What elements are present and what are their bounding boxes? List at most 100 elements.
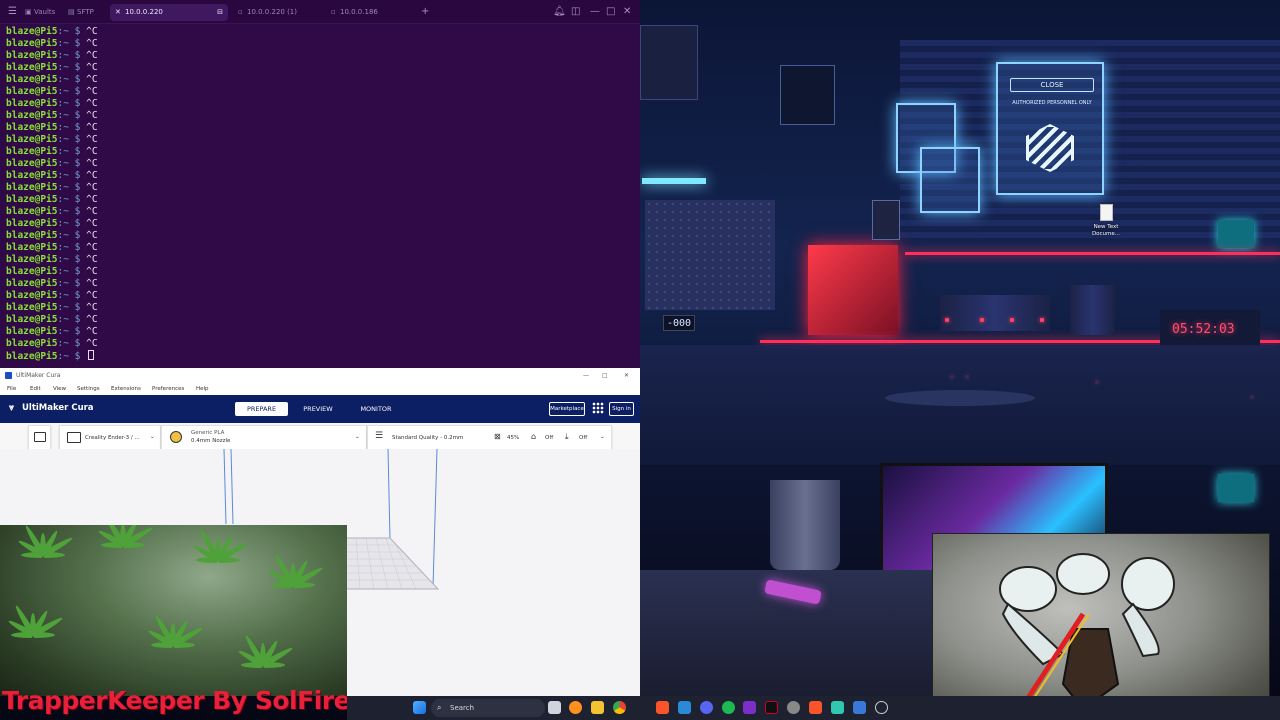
interrupt-output: ^C: [86, 170, 98, 181]
network-app-icon[interactable]: [569, 701, 582, 714]
maximize-icon[interactable]: □: [602, 368, 608, 383]
windows-start-icon[interactable]: [413, 701, 426, 714]
interrupt-output: ^C: [86, 158, 98, 169]
terminal-line: blaze@Pi5:~ $ ^C: [6, 74, 98, 86]
prompt-path: :~ $: [57, 50, 87, 61]
tab-10-0-0-186[interactable]: ▫ 10.0.0.186: [330, 4, 412, 21]
prompt-path: :~ $: [57, 86, 87, 97]
minimize-icon[interactable]: —: [583, 368, 589, 383]
prompt-user: blaze@Pi5: [6, 278, 58, 289]
sidebar-toggle-icon[interactable]: ◫: [571, 6, 580, 18]
prompt-path: :~ $: [57, 206, 87, 217]
small-device: [872, 200, 900, 240]
wall-board: [640, 25, 698, 100]
cura-logo: UltiMaker Cura: [22, 403, 94, 413]
chrome-icon[interactable]: [613, 701, 626, 714]
adhesion-value: Off: [579, 435, 588, 441]
terminal-line: blaze@Pi5:~ $ ^C: [6, 62, 98, 74]
plant-leaf: [43, 552, 65, 558]
cura-titlebar: UltiMaker Cura — □ ✕: [0, 368, 640, 383]
cura-toolbar: Creality Ender-3 / ... ⌄ Generic PLA 0.4…: [0, 423, 640, 450]
cura-header: ⩔ UltiMaker Cura PREPARE PREVIEW MONITOR…: [0, 395, 640, 423]
material-selector[interactable]: Generic PLA 0.4mm Nozzle ⌄: [161, 425, 367, 450]
interrupt-output: ^C: [86, 74, 98, 85]
marketplace-button[interactable]: Marketplace: [549, 402, 585, 416]
close-window-icon[interactable]: ✕: [623, 6, 631, 18]
cura-app-icon[interactable]: [853, 701, 866, 714]
prompt-path: :~ $: [57, 302, 87, 313]
file-explorer-icon[interactable]: [591, 701, 604, 714]
menu-preferences[interactable]: Preferences: [152, 383, 184, 395]
prompt-user: blaze@Pi5: [6, 146, 58, 157]
interrupt-output: ^C: [86, 146, 98, 157]
app-icon[interactable]: [875, 701, 888, 714]
prompt-path: :~ $: [57, 218, 87, 229]
interrupt-output: ^C: [86, 38, 98, 49]
menu-edit[interactable]: Edit: [30, 383, 41, 395]
tab-10-0-0-220[interactable]: ✕ 10.0.0.220 ⊟: [110, 4, 228, 21]
desktop-icon-text-document[interactable]: New Text Docume...: [1088, 204, 1124, 238]
clock-display: 05:52:03: [1172, 322, 1235, 337]
terminal-line: blaze@Pi5:~ $ ^C: [6, 194, 98, 206]
interrupt-output: ^C: [86, 266, 98, 277]
interrupt-output: ^C: [86, 98, 98, 109]
spotify-icon[interactable]: [722, 701, 735, 714]
tab-preview[interactable]: PREVIEW: [296, 402, 340, 416]
maximize-icon[interactable]: □: [606, 6, 615, 18]
tab-label: SFTP: [77, 8, 94, 16]
open-file-button[interactable]: [28, 425, 51, 450]
tab-prepare[interactable]: PREPARE: [235, 402, 288, 416]
prompt-user: blaze@Pi5: [6, 38, 58, 49]
text-file-icon: [1099, 204, 1113, 221]
menu-view[interactable]: View: [53, 383, 66, 395]
brave-icon[interactable]: [656, 701, 669, 714]
plant-leaf: [293, 582, 315, 588]
close-icon[interactable]: ✕: [115, 4, 121, 21]
printer-selector[interactable]: Creality Ender-3 / ... ⌄: [59, 425, 161, 450]
spool-icon: [170, 431, 182, 443]
menu-settings[interactable]: Settings: [77, 383, 100, 395]
terminal-window[interactable]: ☰ ▣ Vaults ▤ SFTP ✕ 10.0.0.220 ⊟ ▫ 10.0.…: [0, 0, 640, 368]
interrupt-output: ^C: [86, 62, 98, 73]
printer-icon: [67, 432, 81, 443]
close-window-icon[interactable]: ✕: [624, 368, 629, 383]
prompt-user: blaze@Pi5: [6, 50, 58, 61]
new-tab-button[interactable]: +: [421, 6, 429, 18]
tab-vaults[interactable]: ▣ Vaults: [24, 4, 62, 21]
terminal-icon: ▫: [238, 8, 243, 16]
print-settings-selector[interactable]: ☰ Standard Quality - 0.2mm ⊠ 45% ⌂ Off ⤓…: [367, 425, 612, 450]
menu-extensions[interactable]: Extensions: [111, 383, 141, 395]
taskbar-search[interactable]: ⌕ Search: [431, 699, 545, 717]
settings-gear-icon[interactable]: [787, 701, 800, 714]
windows-taskbar: ⌕ Search: [347, 696, 1280, 720]
prompt-path: :~ $: [57, 182, 87, 193]
menu-file[interactable]: File: [7, 383, 16, 395]
hamburger-menu-icon[interactable]: ☰: [8, 6, 17, 18]
obs-icon[interactable]: [765, 701, 778, 714]
discord-icon[interactable]: [700, 701, 713, 714]
tab-monitor[interactable]: MONITOR: [354, 402, 398, 416]
prompt-user: blaze@Pi5: [6, 170, 58, 181]
brave-icon[interactable]: [809, 701, 822, 714]
interrupt-output: ^C: [86, 326, 98, 337]
terminal-line: blaze@Pi5:~ $ ^C: [6, 110, 98, 122]
sign-in-button[interactable]: Sign in: [609, 402, 634, 416]
terminal-output[interactable]: blaze@Pi5:~ $ ^C blaze@Pi5:~ $ ^C blaze@Pi…: [6, 26, 98, 362]
infill-icon: ⊠: [494, 432, 501, 441]
tab-sftp[interactable]: ▤ SFTP: [67, 4, 101, 21]
menu-help[interactable]: Help: [196, 383, 209, 395]
bell-icon[interactable]: 🔔︎: [553, 6, 566, 18]
anime-scene: [999, 553, 1175, 719]
prompt-path: :~ $: [57, 338, 87, 349]
terminal-app-icon[interactable]: [831, 701, 844, 714]
vault-icon: ▣: [25, 8, 32, 16]
steam-icon[interactable]: [678, 701, 691, 714]
terminal-line: blaze@Pi5:~ $ ^C: [6, 86, 98, 98]
tab-10-0-0-220-1[interactable]: ▫ 10.0.0.220 (1): [237, 4, 321, 21]
terminal-line: blaze@Pi5:~ $ ^C: [6, 98, 98, 110]
app-icon[interactable]: [743, 701, 756, 714]
apps-grid-icon[interactable]: [592, 402, 604, 414]
task-view-icon[interactable]: [548, 701, 561, 714]
split-icon[interactable]: ⊟: [217, 4, 223, 21]
minimize-icon[interactable]: —: [590, 6, 600, 18]
